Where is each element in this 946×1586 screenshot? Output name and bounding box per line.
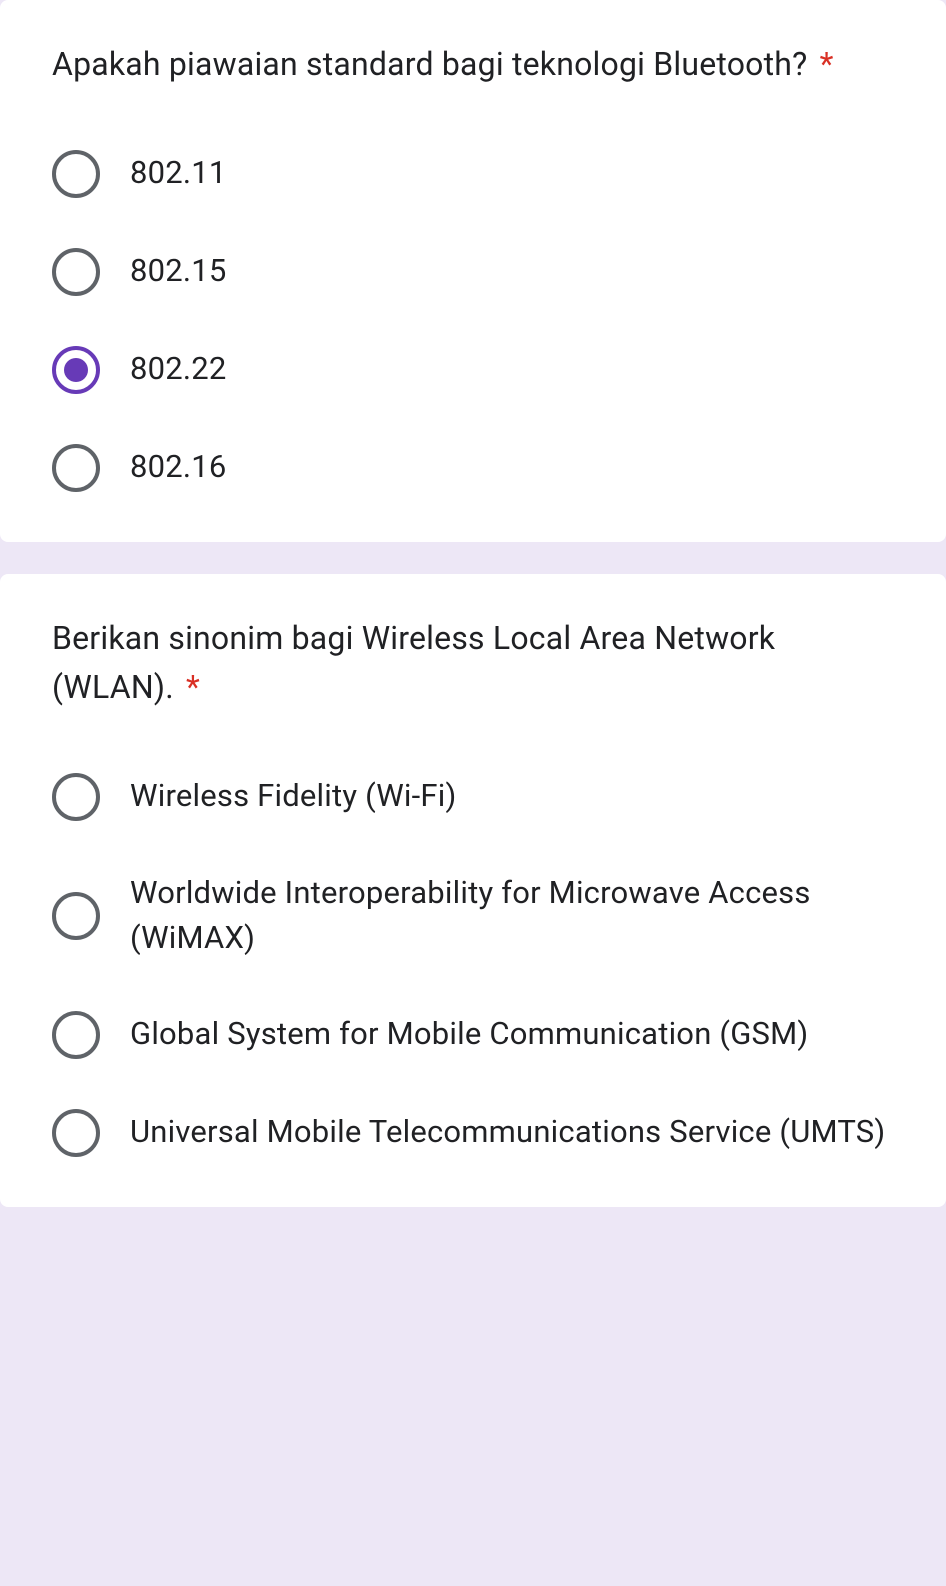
radio-dot-icon <box>64 358 88 382</box>
radio-option-4[interactable]: 802.16 <box>52 444 894 492</box>
option-label: Global System for Mobile Communication (… <box>130 1012 808 1057</box>
radio-circle-icon <box>52 773 100 821</box>
option-label: 802.22 <box>130 347 227 392</box>
radio-button[interactable] <box>52 892 100 940</box>
radio-button[interactable] <box>52 773 100 821</box>
radio-option-2[interactable]: Worldwide Interoperability for Microwave… <box>52 871 894 961</box>
radio-option-3[interactable]: Global System for Mobile Communication (… <box>52 1011 894 1059</box>
radio-button[interactable] <box>52 1109 100 1157</box>
radio-circle-icon <box>52 1109 100 1157</box>
radio-button[interactable] <box>52 346 100 394</box>
option-label: Worldwide Interoperability for Microwave… <box>130 871 894 961</box>
option-label: Wireless Fidelity (Wi-Fi) <box>130 774 457 819</box>
radio-button[interactable] <box>52 248 100 296</box>
option-label: Universal Mobile Telecommunications Serv… <box>130 1110 885 1155</box>
option-label: 802.15 <box>130 249 227 294</box>
radio-circle-icon <box>52 892 100 940</box>
question-text-content: Berikan sinonim bagi Wireless Local Area… <box>52 619 775 707</box>
question-card-1: Apakah piawaian standard bagi teknologi … <box>0 0 946 542</box>
question-card-2: Berikan sinonim bagi Wireless Local Area… <box>0 574 946 1207</box>
radio-option-3[interactable]: 802.22 <box>52 346 894 394</box>
radio-circle-icon <box>52 1011 100 1059</box>
radio-circle-icon <box>52 346 100 394</box>
question-text-content: Apakah piawaian standard bagi teknologi … <box>52 45 807 83</box>
required-marker: * <box>820 45 834 83</box>
radio-button[interactable] <box>52 1011 100 1059</box>
required-marker: * <box>186 668 200 706</box>
question-title: Apakah piawaian standard bagi teknologi … <box>52 40 894 90</box>
option-label: 802.11 <box>130 151 227 196</box>
radio-circle-icon <box>52 248 100 296</box>
option-label: 802.16 <box>130 445 227 490</box>
radio-button[interactable] <box>52 150 100 198</box>
radio-circle-icon <box>52 150 100 198</box>
radio-button[interactable] <box>52 444 100 492</box>
radio-option-4[interactable]: Universal Mobile Telecommunications Serv… <box>52 1109 894 1157</box>
question-title: Berikan sinonim bagi Wireless Local Area… <box>52 614 894 713</box>
radio-option-1[interactable]: Wireless Fidelity (Wi-Fi) <box>52 773 894 821</box>
radio-option-2[interactable]: 802.15 <box>52 248 894 296</box>
radio-option-1[interactable]: 802.11 <box>52 150 894 198</box>
radio-circle-icon <box>52 444 100 492</box>
